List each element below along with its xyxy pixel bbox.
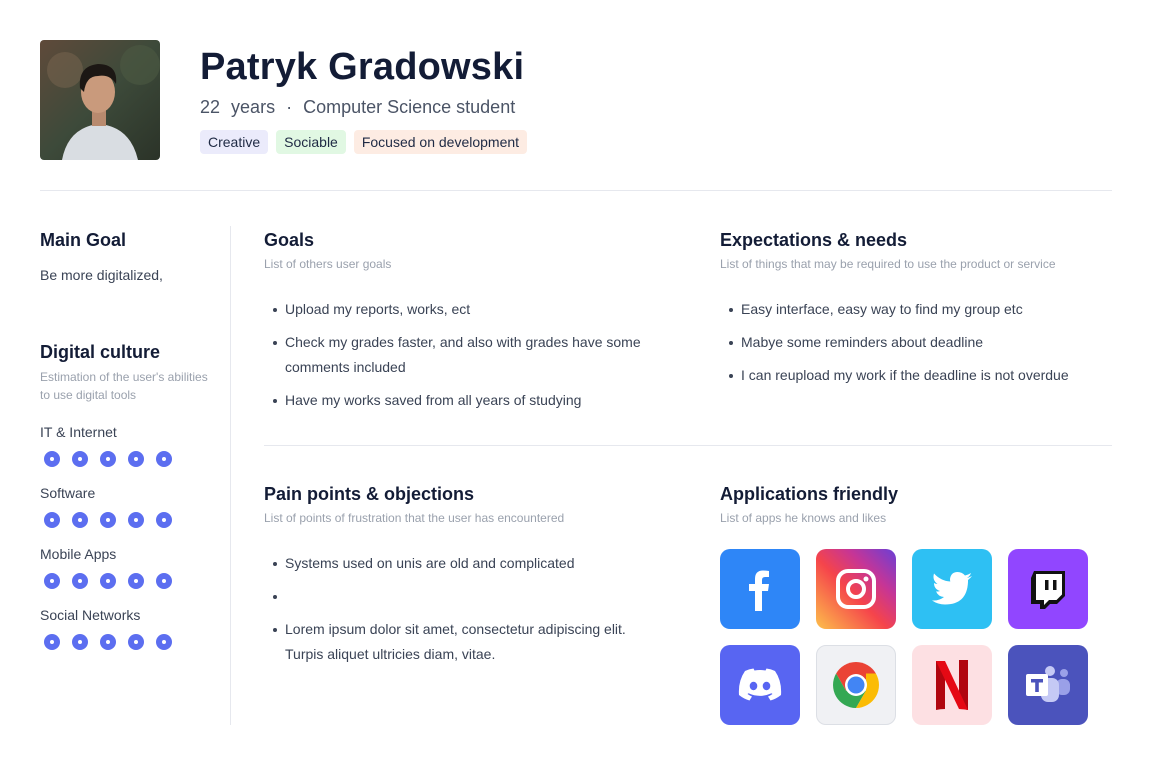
section-divider	[264, 445, 1112, 446]
persona-occupation: Computer Science student	[303, 97, 516, 117]
rating-dot	[156, 634, 172, 650]
instagram-app[interactable]	[816, 549, 896, 629]
meta-separator: ·	[286, 97, 293, 117]
skill-label: IT & Internet	[40, 424, 117, 440]
discord-app[interactable]	[720, 645, 800, 725]
rating-dot	[72, 512, 88, 528]
skill-label: Software	[40, 485, 96, 501]
list-item: I can reupload my work if the deadline i…	[720, 363, 1112, 388]
persona-tags: Creative Sociable Focused on development	[200, 130, 528, 154]
rating-dot	[44, 573, 60, 589]
rating-dot	[44, 512, 60, 528]
persona-age: 22	[200, 97, 221, 117]
main-goal-text: Be more digitalized,	[40, 267, 163, 283]
persona-name: Patryk Gradowski	[200, 46, 525, 88]
rating-dot	[156, 512, 172, 528]
list-item	[264, 584, 664, 609]
goals-title: Goals	[264, 230, 315, 250]
rating-dot	[72, 634, 88, 650]
chrome-app[interactable]	[816, 645, 896, 725]
skill-rating	[44, 451, 172, 467]
rating-dot	[100, 634, 116, 650]
goals-subtitle: List of others user goals	[264, 257, 392, 271]
rating-dot	[128, 451, 144, 467]
list-item: Lorem ipsum dolor sit amet, consectetur …	[264, 617, 664, 667]
main-goal-title: Main Goal	[40, 230, 127, 250]
goals-section: Goals List of others user goals Upload m…	[264, 230, 664, 421]
netflix-app[interactable]	[912, 645, 992, 725]
list-item: Easy interface, easy way to find my grou…	[720, 297, 1112, 322]
persona-meta: 22 years · Computer Science student	[200, 97, 515, 118]
rating-dot	[72, 451, 88, 467]
twitch-app[interactable]	[1008, 549, 1088, 629]
skill-rating	[44, 573, 172, 589]
expectations-subtitle: List of things that may be required to u…	[720, 257, 1056, 271]
rating-dot	[128, 573, 144, 589]
expectations-list: Easy interface, easy way to find my grou…	[720, 297, 1112, 388]
rating-dot	[128, 512, 144, 528]
expectations-title: Expectations & needs	[720, 230, 908, 250]
tag-sociable: Sociable	[276, 130, 346, 154]
facebook-app[interactable]	[720, 549, 800, 629]
pain-points-title: Pain points & objections	[264, 484, 475, 504]
rating-dot	[72, 573, 88, 589]
applications-subtitle: List of apps he knows and likes	[720, 511, 887, 525]
twitter-app[interactable]	[912, 549, 992, 629]
skill-label: Social Networks	[40, 607, 141, 623]
teams-app[interactable]	[1008, 645, 1088, 725]
tag-focused: Focused on development	[353, 130, 528, 154]
digital-culture-subtitle: Estimation of the user's abilities to us…	[40, 370, 208, 402]
list-item: Upload my reports, works, ect	[264, 297, 664, 322]
digital-culture-title: Digital culture	[40, 342, 161, 362]
rating-dot	[100, 451, 116, 467]
pain-points-list: Systems used on unis are old and complic…	[264, 551, 664, 667]
list-item: Have my works saved from all years of st…	[264, 388, 664, 413]
tag-creative: Creative	[200, 130, 269, 154]
goals-list: Upload my reports, works, ect Check my g…	[264, 297, 664, 413]
rating-dot	[100, 512, 116, 528]
list-item: Systems used on unis are old and complic…	[264, 551, 664, 576]
rating-dot	[156, 451, 172, 467]
rating-dot	[44, 451, 60, 467]
sidebar: Main Goal Be more digitalized, Digital c…	[40, 226, 231, 725]
pain-points-subtitle: List of points of frustration that the u…	[264, 511, 565, 525]
skill-mobile-apps: Mobile Apps	[40, 546, 172, 589]
skill-rating	[44, 512, 172, 528]
netflix-icon	[936, 660, 968, 710]
avatar	[40, 40, 160, 160]
rating-dot	[128, 634, 144, 650]
chrome-icon	[833, 662, 879, 708]
persona-header: Patryk Gradowski 22 years · Computer Sci…	[40, 40, 1112, 191]
rating-dot	[44, 634, 60, 650]
instagram-icon	[836, 569, 876, 609]
persona-age-unit: years	[231, 97, 276, 117]
skill-social-networks: Social Networks	[40, 607, 172, 650]
avatar-photo	[40, 40, 160, 160]
rating-dot	[156, 573, 172, 589]
pain-points-section: Pain points & objections List of points …	[264, 484, 664, 675]
discord-icon	[738, 668, 782, 701]
list-item: Mabye some reminders about deadline	[720, 330, 1112, 355]
apps-grid	[720, 549, 1112, 725]
facebook-icon	[749, 570, 769, 611]
applications-section: Applications friendly List of apps he kn…	[720, 484, 1112, 725]
skill-label: Mobile Apps	[40, 546, 117, 562]
skill-rating	[44, 634, 172, 650]
rating-dot	[100, 573, 116, 589]
list-item: Check my grades faster, and also with gr…	[264, 330, 664, 380]
twitter-icon	[932, 572, 972, 605]
expectations-section: Expectations & needs List of things that…	[720, 230, 1112, 396]
skill-it-internet: IT & Internet	[40, 424, 172, 467]
skill-software: Software	[40, 485, 172, 528]
applications-title: Applications friendly	[720, 484, 899, 504]
teams-icon	[1026, 666, 1070, 702]
twitch-icon	[1031, 571, 1065, 609]
